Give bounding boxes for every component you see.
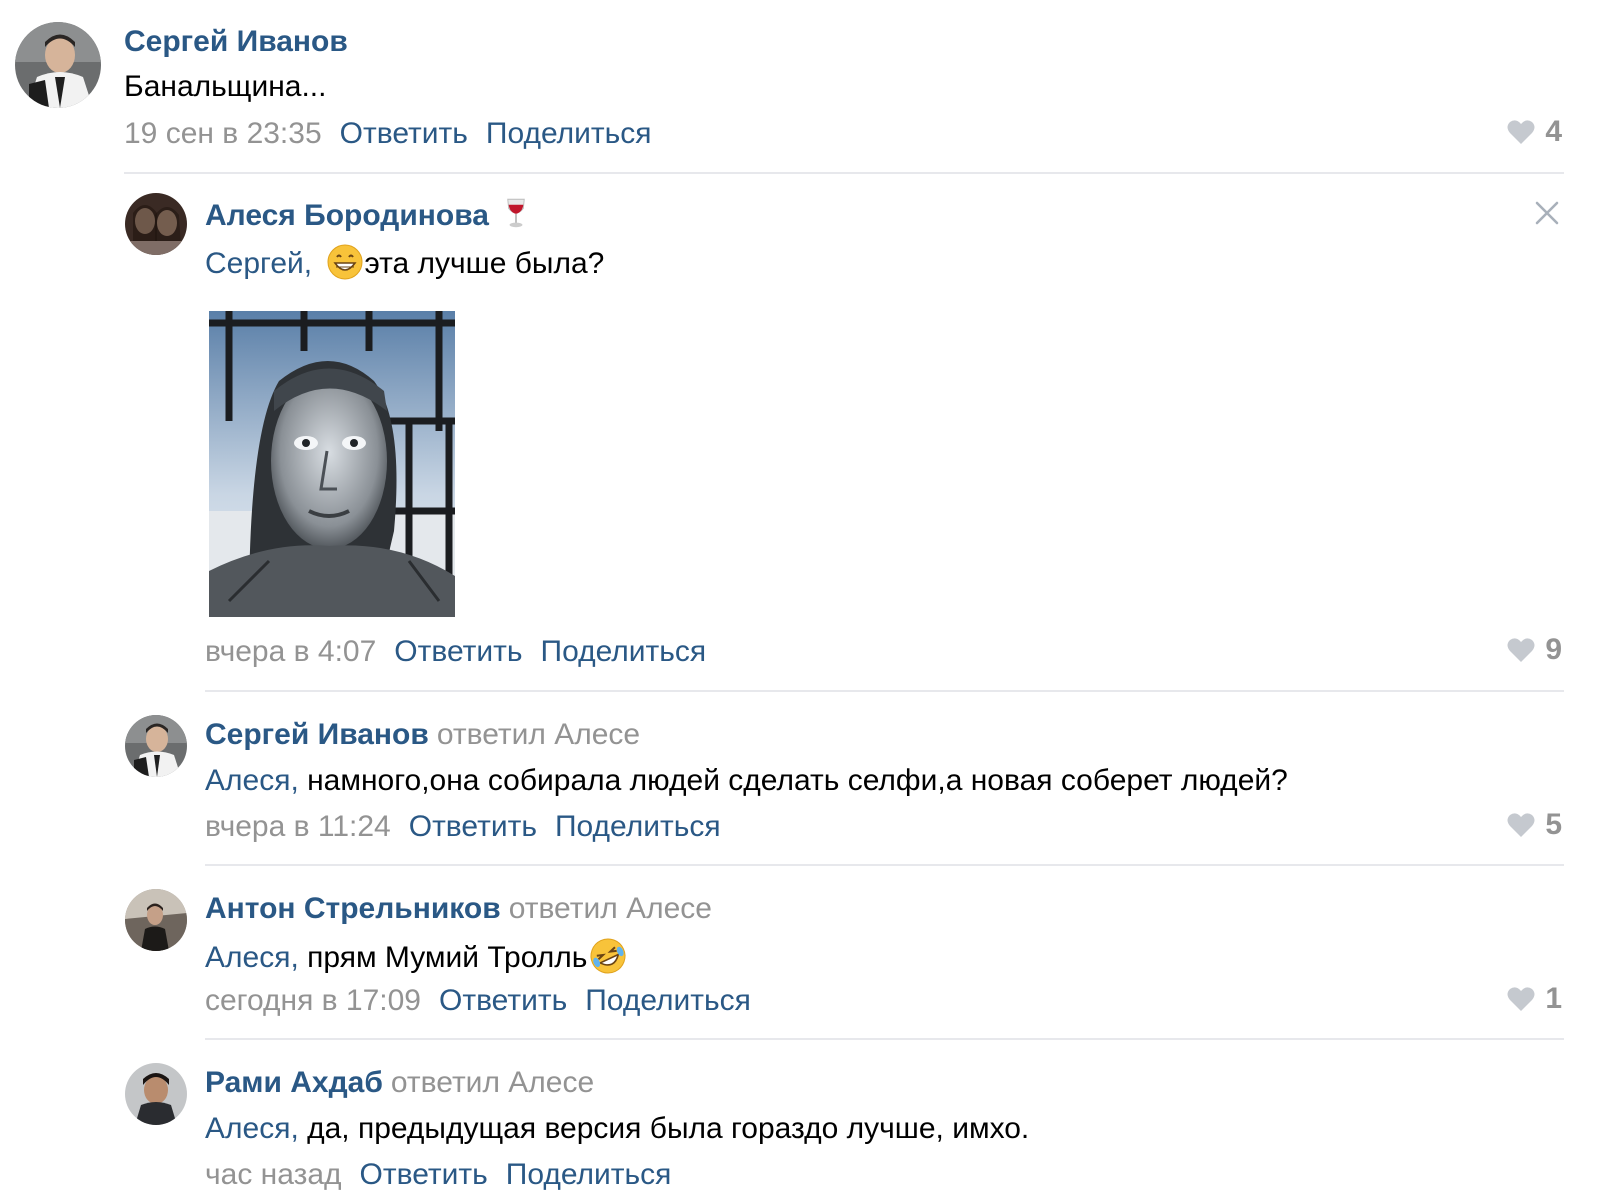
author-name-link[interactable]: Сергей Иванов: [124, 25, 348, 58]
reply-button[interactable]: Ответить: [360, 1158, 488, 1191]
comment-text: Сергей, эта лучше была?: [205, 243, 604, 282]
comment-author: Сергей Иванов ответил Алесе: [205, 717, 640, 753]
comment-text: Алеся, намного,она собирала людей сделат…: [205, 763, 1288, 799]
comment-time[interactable]: вчера в 4:07: [205, 635, 376, 668]
share-button[interactable]: Поделиться: [541, 635, 707, 668]
comment-body: эта лучше была?: [364, 247, 605, 280]
heart-icon: [1507, 638, 1535, 662]
divider: [124, 172, 1564, 174]
comment-author: Антон Стрельников ответил Алесе: [205, 891, 712, 927]
heart-icon: [1507, 120, 1535, 144]
comment-text: Банальщина...: [124, 69, 326, 105]
replied-to[interactable]: ответил Алесе: [509, 892, 712, 925]
comment-body: намного,она собирала людей сделать селфи…: [298, 764, 1288, 797]
avatar[interactable]: [125, 193, 187, 255]
reply-button[interactable]: Ответить: [439, 984, 567, 1017]
replied-to[interactable]: ответил Алесе: [437, 718, 640, 751]
avatar[interactable]: [125, 1063, 187, 1125]
wine-glass-icon: [507, 198, 526, 228]
avatar[interactable]: [125, 889, 187, 951]
share-button[interactable]: Поделиться: [486, 117, 652, 150]
like-button[interactable]: 9: [1507, 632, 1562, 668]
reply-button[interactable]: Ответить: [409, 810, 537, 843]
share-button[interactable]: Поделиться: [555, 810, 721, 843]
like-button[interactable]: 5: [1507, 807, 1562, 843]
share-button[interactable]: Поделиться: [506, 1158, 672, 1191]
like-count: 1: [1545, 982, 1562, 1015]
comment-meta: вчера в 11:24 Ответить Поделиться: [205, 809, 721, 845]
like-count: 4: [1545, 115, 1562, 148]
author-name-link[interactable]: Антон Стрельников: [205, 892, 501, 925]
comment-body: да, предыдущая версия была гораздо лучше…: [298, 1112, 1030, 1145]
reply-button[interactable]: Ответить: [394, 635, 522, 668]
author-name-link[interactable]: Алеся Бородинова: [205, 199, 489, 232]
avatar[interactable]: [125, 715, 187, 777]
comment-author: Алеся Бородинова: [205, 197, 527, 234]
share-button[interactable]: Поделиться: [585, 984, 751, 1017]
author-name-link[interactable]: Сергей Иванов: [205, 718, 429, 751]
divider: [205, 864, 1564, 866]
comment-time[interactable]: вчера в 11:24: [205, 810, 391, 843]
comment-text: Алеся, да, предыдущая версия была горазд…: [205, 1111, 1029, 1147]
comment-time[interactable]: 19 сен в 23:35: [124, 117, 322, 150]
comment-meta: вчера в 4:07 Ответить Поделиться: [205, 634, 706, 670]
rolling-laughing-face-icon: [590, 938, 626, 974]
divider: [205, 1038, 1564, 1040]
comment-body: Банальщина...: [124, 70, 327, 103]
like-button[interactable]: 4: [1507, 114, 1562, 150]
mention-link[interactable]: Алеся,: [205, 764, 299, 797]
author-name-link[interactable]: Рами Ахдаб: [205, 1066, 383, 1099]
heart-icon: [1507, 987, 1535, 1011]
comment-author: Рами Ахдаб ответил Алесе: [205, 1065, 594, 1101]
divider: [205, 690, 1564, 692]
statue-face-photo[interactable]: [209, 311, 455, 617]
comment-text: Алеся, прям Мумий Тролль: [205, 937, 627, 976]
like-count: 9: [1545, 633, 1562, 666]
mention-link[interactable]: Сергей,: [205, 247, 312, 280]
comment-body: прям Мумий Тролль: [298, 941, 588, 974]
replied-to[interactable]: ответил Алесе: [391, 1066, 594, 1099]
close-icon[interactable]: [1534, 200, 1560, 226]
mention-link[interactable]: Алеся,: [205, 1112, 299, 1145]
avatar[interactable]: [15, 22, 101, 108]
heart-icon: [1507, 813, 1535, 837]
like-count: 5: [1545, 808, 1562, 841]
comment-meta: сегодня в 17:09 Ответить Поделиться: [205, 983, 751, 1019]
comment-time[interactable]: сегодня в 17:09: [205, 984, 421, 1017]
grinning-face-icon: [327, 244, 363, 280]
comment-time[interactable]: час назад: [205, 1158, 342, 1191]
mention-link[interactable]: Алеся,: [205, 941, 299, 974]
comment-meta: час назад Ответить Поделиться: [205, 1157, 671, 1193]
comment-author: Сергей Иванов: [124, 24, 348, 60]
comment-meta: 19 сен в 23:35 Ответить Поделиться: [124, 116, 652, 152]
reply-button[interactable]: Ответить: [340, 117, 468, 150]
like-button[interactable]: 1: [1507, 981, 1562, 1017]
